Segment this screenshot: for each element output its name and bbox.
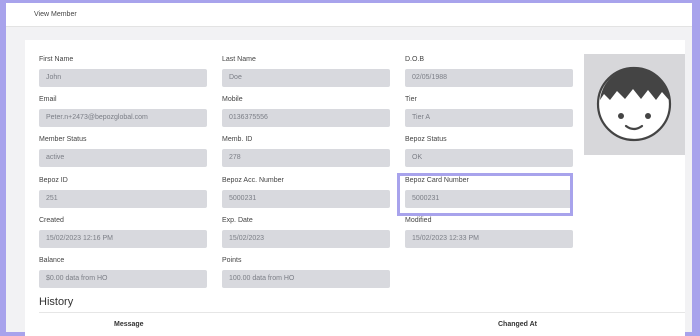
mobile-input[interactable]: 0136375556	[222, 109, 390, 127]
bepoz-acc-number-input[interactable]: 5000231	[222, 190, 390, 208]
dob-value: 02/05/1988	[412, 74, 448, 81]
highlight-frame	[397, 173, 573, 216]
avatar	[584, 54, 685, 155]
memb-id-input[interactable]: 278	[222, 149, 390, 167]
email-input[interactable]: Peter.n+2473@bepozglobal.com	[39, 109, 207, 127]
history-divider	[39, 312, 685, 313]
tier-input[interactable]: Tier A	[405, 109, 573, 127]
points-value: 100.00 data from HO	[229, 275, 295, 282]
member-status-input[interactable]: active	[39, 149, 207, 167]
last-name-input[interactable]: Doe	[222, 69, 390, 87]
email-label: Email	[39, 96, 57, 103]
points-label: Points	[222, 257, 242, 264]
history-col-message: Message	[114, 321, 144, 328]
history-title: History	[39, 296, 74, 308]
created-input[interactable]: 15/02/2023 12:16 PM	[39, 230, 207, 248]
balance-label: Balance	[39, 257, 65, 264]
bepoz-id-label: Bepoz ID	[39, 177, 68, 184]
bepoz-status-label: Bepoz Status	[405, 136, 447, 143]
bepoz-acc-number-label: Bepoz Acc. Number	[222, 177, 284, 184]
history-col-changed-at: Changed At	[498, 321, 538, 328]
first-name-input[interactable]: John	[39, 69, 207, 87]
balance-input[interactable]: $0.00 data from HO	[39, 270, 207, 288]
page-title: View Member	[34, 11, 77, 18]
last-name-value: Doe	[229, 74, 242, 81]
dob-label: D.O.B	[405, 56, 425, 63]
bepoz-status-input[interactable]: OK	[405, 149, 573, 167]
cartoon-face-icon	[596, 66, 672, 142]
points-input[interactable]: 100.00 data from HO	[222, 270, 390, 288]
exp-date-label: Exp. Date	[222, 217, 253, 224]
top-bar: View Member	[6, 3, 692, 27]
memb-id-label: Memb. ID	[222, 136, 253, 143]
member-status-label: Member Status	[39, 136, 87, 143]
bepoz-acc-number-value: 5000231	[229, 195, 257, 202]
exp-date-value: 15/02/2023	[229, 235, 265, 242]
first-name-label: First Name	[39, 56, 74, 63]
dob-input[interactable]: 02/05/1988	[405, 69, 573, 87]
balance-value: $0.00 data from HO	[46, 275, 108, 282]
modified-input[interactable]: 15/02/2023 12:33 PM	[405, 230, 573, 248]
last-name-label: Last Name	[222, 56, 256, 63]
bepoz-id-value: 251	[46, 195, 58, 202]
member-status-value: active	[46, 154, 65, 161]
email-value: Peter.n+2473@bepozglobal.com	[46, 114, 148, 121]
mobile-value: 0136375556	[229, 114, 268, 121]
exp-date-input[interactable]: 15/02/2023	[222, 230, 390, 248]
created-value: 15/02/2023 12:16 PM	[46, 235, 113, 242]
modified-label: Modified	[405, 217, 432, 224]
mobile-label: Mobile	[222, 96, 243, 103]
modified-value: 15/02/2023 12:33 PM	[412, 235, 479, 242]
bepoz-status-value: OK	[412, 154, 423, 161]
tier-label: Tier	[405, 96, 417, 103]
memb-id-value: 278	[229, 154, 241, 161]
first-name-value: John	[46, 74, 62, 81]
created-label: Created	[39, 217, 64, 224]
bepoz-id-input[interactable]: 251	[39, 190, 207, 208]
tier-value: Tier A	[412, 114, 431, 121]
